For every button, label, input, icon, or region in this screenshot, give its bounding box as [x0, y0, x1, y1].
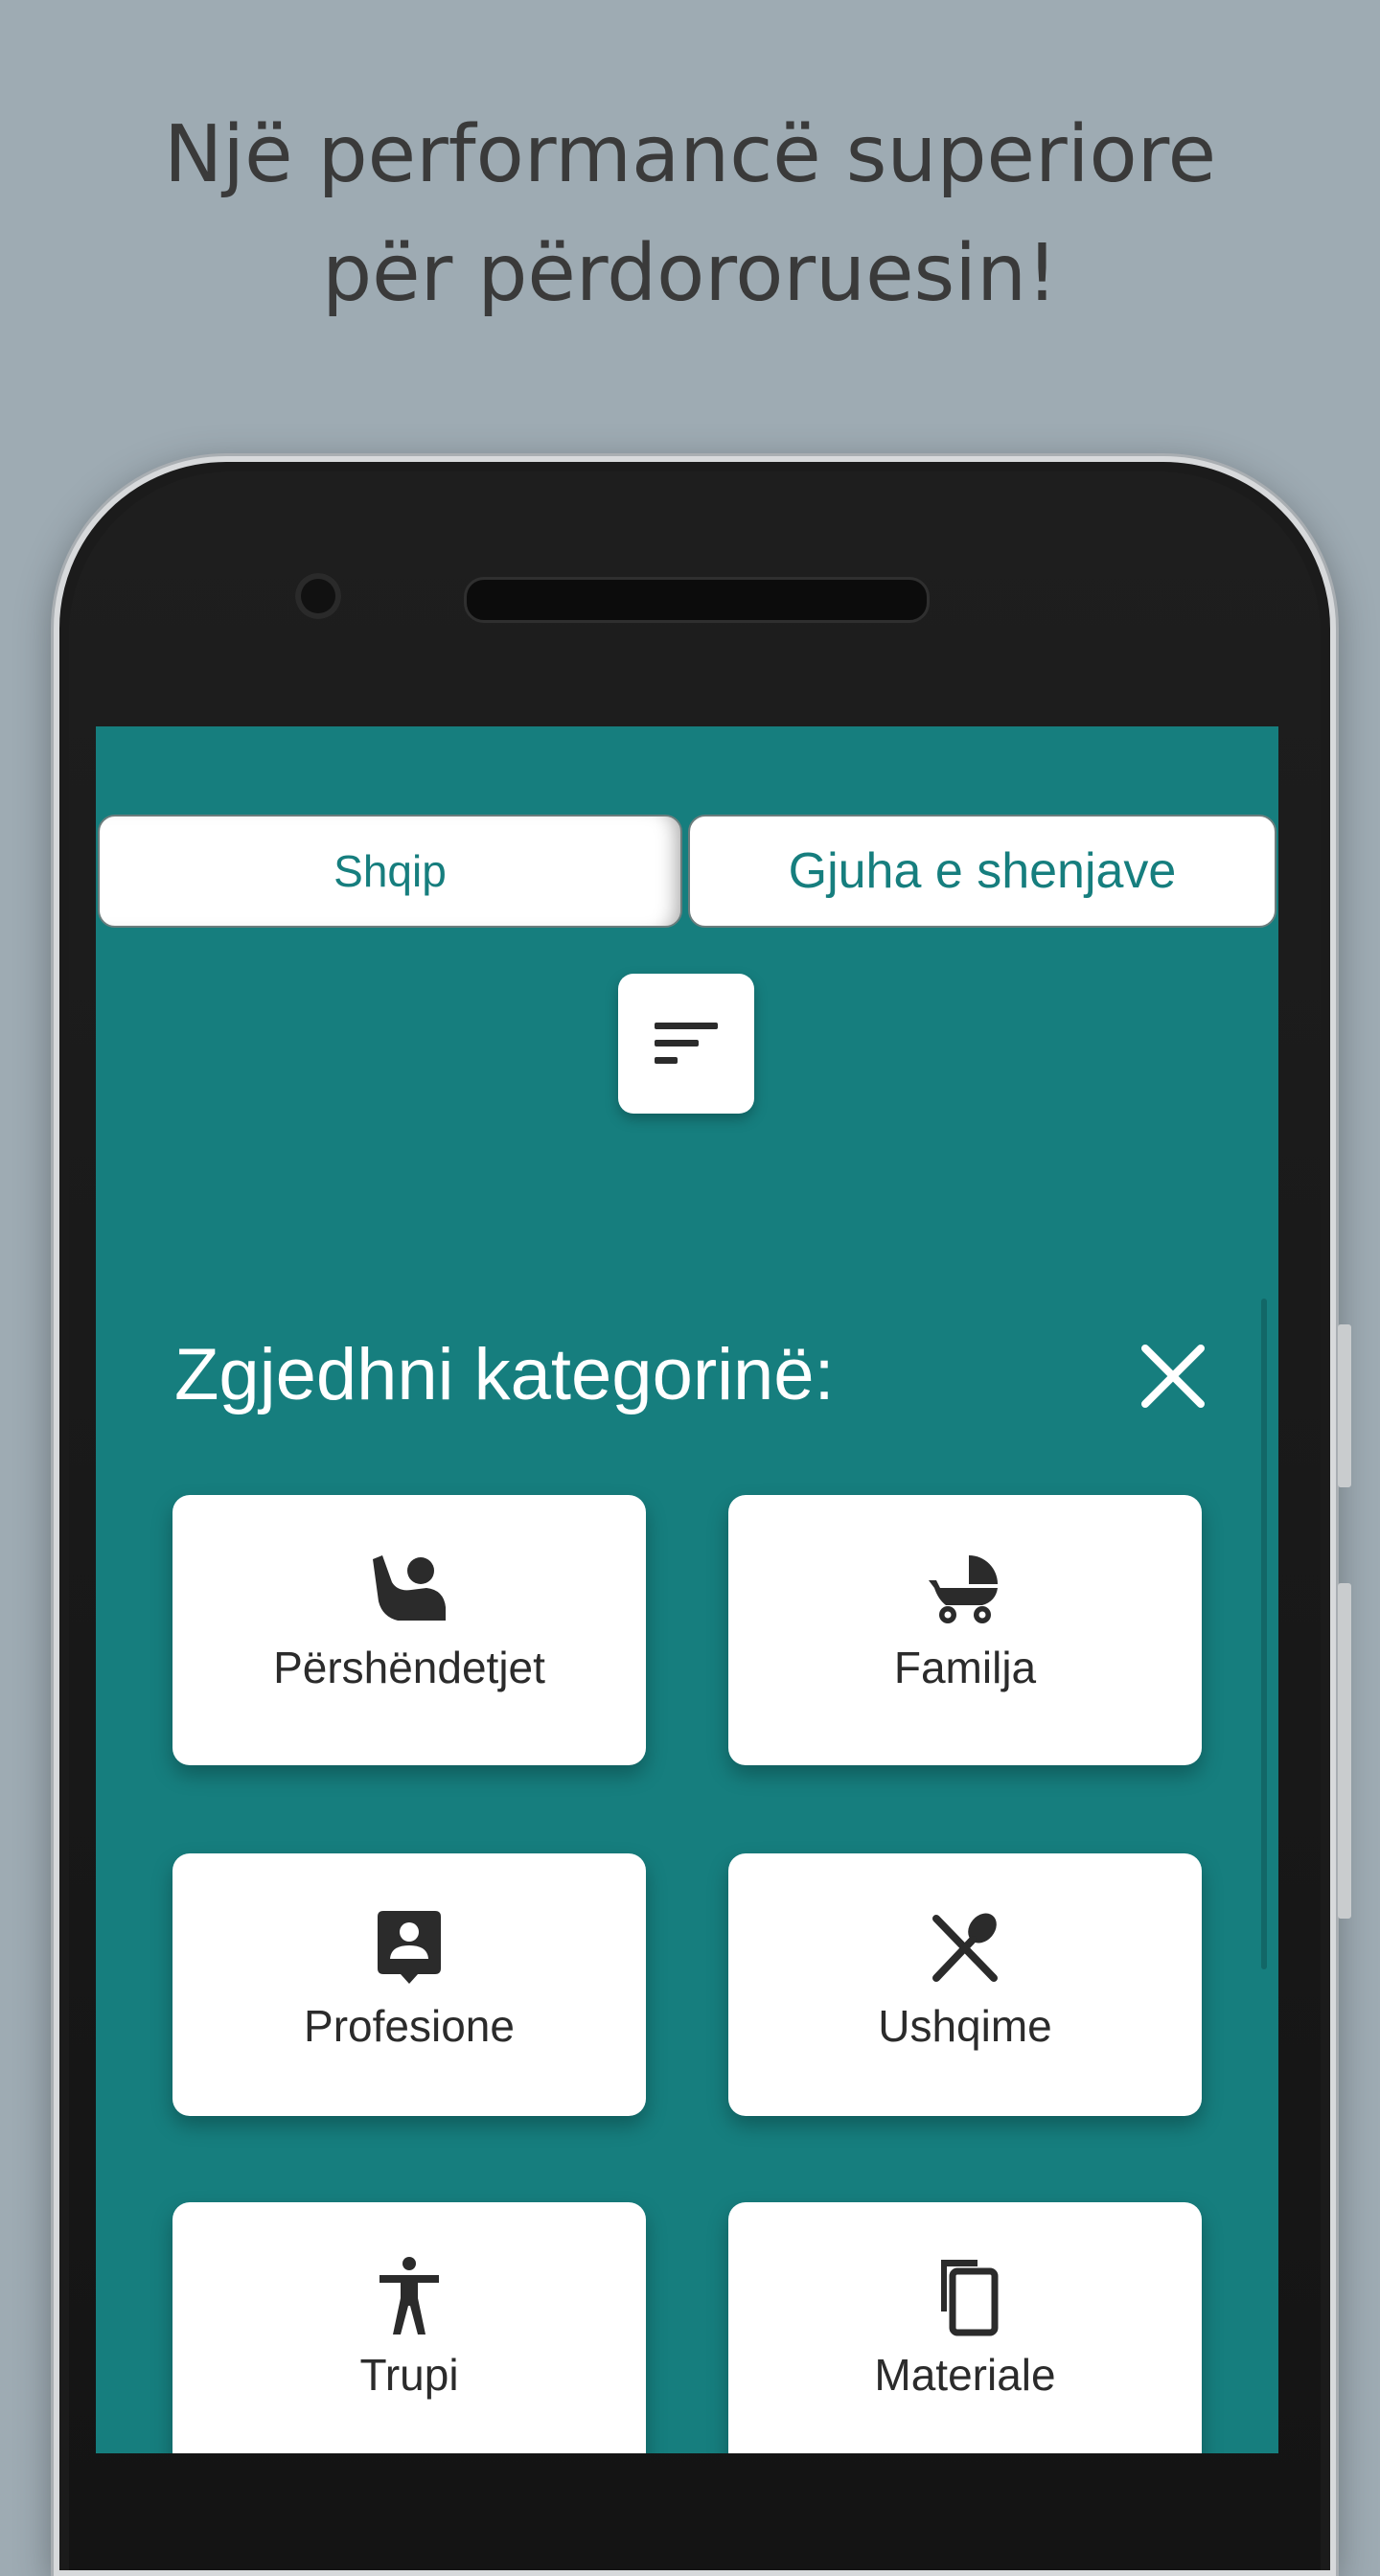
- headline-line-1: Një performancë superiore: [163, 109, 1217, 200]
- category-title: Zgjedhni kategorinë:: [174, 1334, 835, 1415]
- category-label: Ushqime: [878, 2001, 1052, 2051]
- category-card-materials[interactable]: Materiale: [728, 2202, 1202, 2453]
- category-label: Familja: [893, 1643, 1037, 1692]
- filter-button[interactable]: [618, 974, 754, 1114]
- category-card-family[interactable]: Familja: [728, 1495, 1202, 1765]
- category-card-professions[interactable]: Profesione: [172, 1853, 646, 2116]
- close-icon: [1141, 1345, 1205, 1408]
- category-label: Materiale: [874, 2350, 1056, 2400]
- front-camera: [295, 573, 341, 619]
- tab-shqip[interactable]: Shqip: [98, 815, 682, 928]
- language-tabs: Shqip Gjuha e shenjave: [98, 815, 1276, 928]
- category-card-body[interactable]: Trupi: [172, 2202, 646, 2453]
- category-label: Profesione: [304, 2001, 515, 2051]
- stroller-icon: [927, 1552, 1003, 1625]
- category-label: Trupi: [359, 2350, 459, 2400]
- copy-icon: [932, 2260, 999, 2336]
- sort-icon: [655, 1023, 718, 1064]
- category-card-food[interactable]: Ushqime: [728, 1853, 1202, 2116]
- tab-shqip-label: Shqip: [334, 846, 447, 896]
- tab-sign-language[interactable]: Gjuha e shenjave: [688, 815, 1276, 928]
- volume-button: [1338, 1583, 1351, 1919]
- contact-badge-icon: [376, 1911, 443, 1984]
- scrollbar[interactable]: [1261, 1299, 1267, 1969]
- waving-person-icon: [369, 1552, 449, 1625]
- accessibility-icon: [376, 2257, 443, 2334]
- tab-sign-language-label: Gjuha e shenjave: [788, 843, 1177, 899]
- category-card-greetings[interactable]: Përshëndetjet: [172, 1495, 646, 1765]
- fork-spoon-icon: [929, 1911, 1001, 1984]
- headline: Një performancë superiore për përdororue…: [0, 96, 1380, 334]
- earpiece-speaker: [464, 577, 930, 623]
- app-screen: Shqip Gjuha e shenjave Zgjedhni kategori…: [96, 726, 1278, 2453]
- category-label: Përshëndetjet: [273, 1643, 545, 1692]
- headline-line-2: për përdororuesin!: [322, 228, 1058, 319]
- power-button: [1338, 1324, 1351, 1487]
- close-button[interactable]: [1125, 1328, 1221, 1424]
